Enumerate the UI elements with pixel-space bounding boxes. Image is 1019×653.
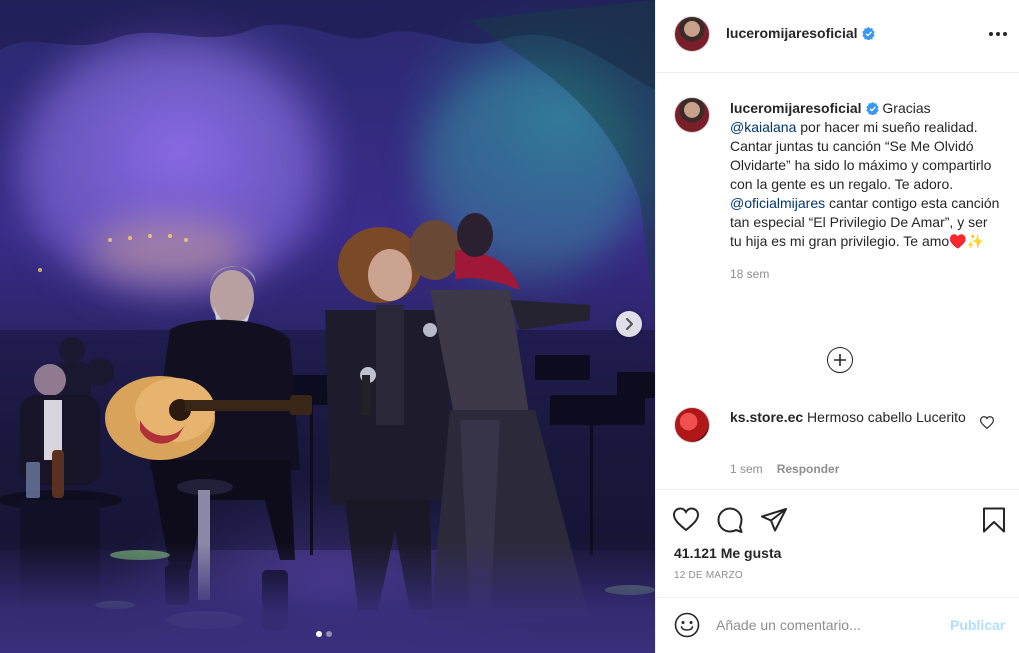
mention-link[interactable]: @kaialana [730, 119, 796, 135]
carousel-indicator [316, 631, 332, 637]
chevron-right-icon [626, 318, 633, 330]
comment-icon[interactable] [716, 506, 744, 534]
comment-meta: 1 sem Responder [730, 462, 839, 476]
header-user: luceromijaresoficial [726, 25, 875, 43]
caption-text: Gracias [878, 100, 931, 116]
verified-badge-icon [865, 102, 879, 115]
comment-input[interactable] [716, 614, 936, 636]
comment-username[interactable]: ks.store.ec [730, 409, 803, 425]
heart-icon[interactable] [672, 506, 700, 534]
header-username[interactable]: luceromijaresoficial [726, 25, 858, 41]
carousel-dot [326, 631, 332, 637]
mention-link[interactable]: @oficialmijares [730, 195, 825, 211]
post-header: luceromijaresoficial [656, 0, 1019, 73]
publish-button[interactable]: Publicar [950, 617, 1005, 633]
more-horizontal-icon [996, 32, 1000, 36]
avatar[interactable] [674, 16, 710, 52]
bookmark-icon[interactable] [980, 506, 1008, 534]
verified-badge-icon [861, 27, 875, 40]
caption-username[interactable]: luceromijaresoficial [730, 100, 862, 116]
carousel-next-button[interactable] [616, 311, 642, 337]
reply-button[interactable]: Responder [777, 462, 840, 476]
more-horizontal-icon [989, 32, 993, 36]
post-caption: luceromijaresoficial Gracias @kaialana p… [730, 99, 1000, 284]
caption-avatar[interactable] [674, 97, 710, 133]
plus-circle-icon [834, 354, 846, 366]
caption-time[interactable]: 18 sem [730, 265, 1000, 284]
heart-icon[interactable] [980, 416, 994, 429]
post-side-panel: luceromijaresoficial luceromijaresoficia… [655, 0, 1019, 653]
comment-time[interactable]: 1 sem [730, 462, 763, 476]
sparkles-emoji: ✨ [966, 233, 985, 249]
carousel-dot-active [316, 631, 322, 637]
load-more-comments-button[interactable] [827, 347, 853, 373]
comment-avatar[interactable] [674, 407, 710, 443]
post-date[interactable]: 12 de marzo [674, 570, 743, 581]
paper-plane-icon[interactable] [760, 506, 788, 534]
post-actions: 41.121 Me gusta 12 de marzo [656, 489, 1019, 609]
smiley-icon[interactable] [674, 612, 700, 638]
more-horizontal-icon [1003, 32, 1007, 36]
comment-text: Hermoso cabello Lucerito [803, 409, 966, 425]
add-comment-bar: Publicar [656, 597, 1019, 653]
more-options-button[interactable] [986, 27, 1010, 41]
likes-count[interactable]: 41.121 Me gusta [674, 545, 781, 561]
post-photo[interactable] [0, 0, 655, 653]
comment: ks.store.ec Hermoso cabello Lucerito [730, 408, 970, 427]
